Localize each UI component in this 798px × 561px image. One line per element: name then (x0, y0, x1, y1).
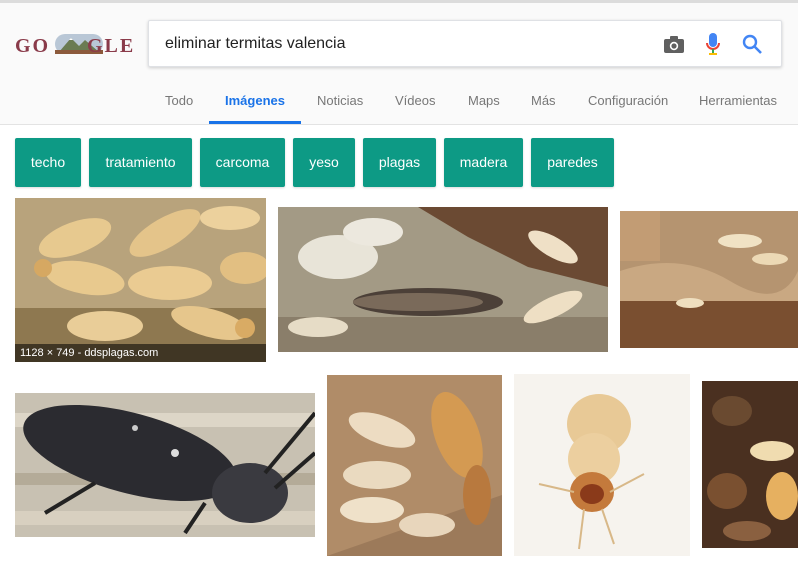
chip-plagas[interactable]: plagas (363, 138, 436, 187)
longhorn-beetle-image (15, 393, 315, 537)
search-box (148, 20, 782, 67)
image-result-longhorn-beetle[interactable] (15, 393, 315, 537)
search-icon[interactable] (739, 31, 765, 57)
search-header: GO GLE eliminar termitas valencia Todo I… (0, 0, 798, 125)
chip-carcoma[interactable]: carcoma (200, 138, 285, 187)
tab-noticias[interactable]: Noticias (317, 80, 363, 125)
google-logo[interactable]: GO GLE (15, 32, 133, 58)
chip-yeso[interactable]: yeso (293, 138, 355, 187)
active-tab-indicator (209, 121, 301, 124)
tab-todo[interactable]: Todo (165, 80, 193, 125)
image-caption: 1128 × 749 - ddsplagas.com (15, 344, 266, 362)
image-result-termites-larva[interactable] (278, 207, 608, 352)
chip-madera[interactable]: madera (444, 138, 523, 187)
tab-maps[interactable]: Maps (468, 80, 500, 125)
tab-mas[interactable]: Más (531, 80, 556, 125)
top-border (0, 0, 798, 3)
chip-tratamiento[interactable]: tratamiento (89, 138, 192, 187)
logo-text-left: GO (15, 35, 51, 57)
image-result-termite-colony[interactable]: 1128 × 749 - ddsplagas.com (15, 198, 266, 362)
image-result-termites-in-wood[interactable] (620, 211, 798, 348)
image-result-single-termite[interactable] (514, 374, 690, 556)
tab-configuracion[interactable]: Configuración (588, 80, 668, 125)
search-input[interactable] (165, 21, 645, 66)
single-termite-image (514, 374, 690, 556)
image-result-termites-in-soil[interactable] (702, 381, 798, 548)
tab-videos[interactable]: Vídeos (395, 80, 435, 125)
image-result-termite-soldier[interactable] (327, 375, 502, 556)
termites-in-wood-image (620, 211, 798, 348)
microphone-icon[interactable] (700, 31, 726, 57)
tab-herramientas[interactable]: Herramientas (699, 80, 777, 125)
termite-soldier-image (327, 375, 502, 556)
termite-colony-image (15, 198, 266, 362)
tab-imagenes[interactable]: Imágenes (225, 80, 285, 125)
termites-in-soil-image (702, 381, 798, 548)
search-tabs: Todo Imágenes Noticias Vídeos Maps Más C… (0, 80, 798, 125)
camera-icon[interactable] (661, 31, 687, 57)
chip-paredes[interactable]: paredes (531, 138, 614, 187)
logo-text-right: GLE (87, 35, 136, 57)
termites-larva-image (278, 207, 608, 352)
chip-techo[interactable]: techo (15, 138, 81, 187)
